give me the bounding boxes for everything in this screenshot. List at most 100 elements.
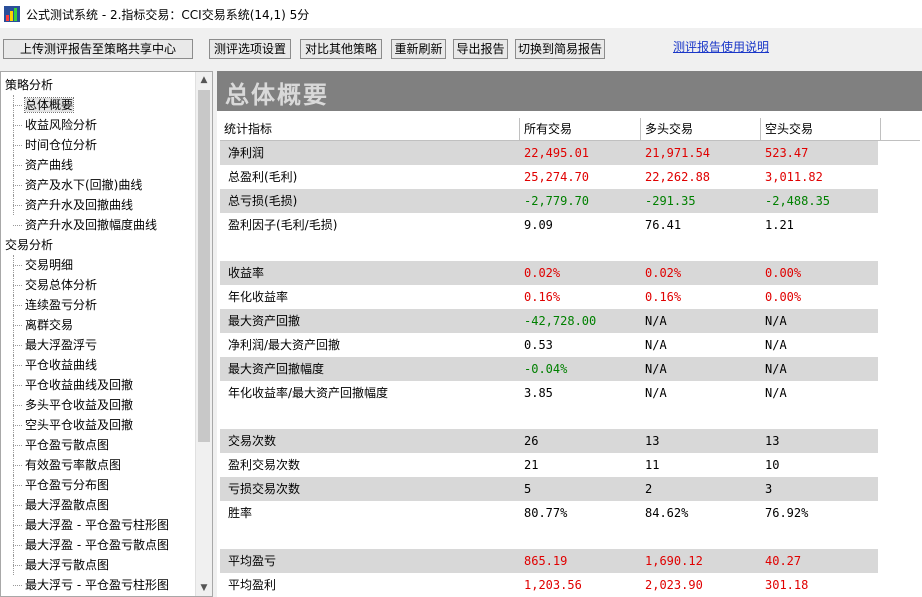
tree-item[interactable]: 资产升水及回撤幅度曲线 <box>1 215 196 235</box>
metric-value: N/A <box>645 314 667 328</box>
tree-item[interactable]: 离群交易 <box>1 315 196 335</box>
metric-value: 9.09 <box>524 218 553 232</box>
tree-item-label: 最大浮盈 - 平仓盈亏散点图 <box>25 538 169 552</box>
column-header-metric[interactable]: 统计指标 <box>220 118 520 140</box>
metric-value: 1,690.12 <box>645 554 703 568</box>
metric-value: N/A <box>645 338 667 352</box>
metric-label: 胜率 <box>228 506 253 520</box>
metric-value: 22,262.88 <box>645 170 711 184</box>
table-row <box>220 525 920 549</box>
export-report-button[interactable]: 导出报告 <box>453 39 508 59</box>
test-options-button[interactable]: 测评选项设置 <box>209 39 291 59</box>
metric-value: N/A <box>765 362 787 376</box>
metric-label: 总亏损(毛损) <box>228 194 298 208</box>
metric-value: -2,779.70 <box>524 194 590 208</box>
metric-value: -291.35 <box>645 194 696 208</box>
metric-value: 301.18 <box>765 578 809 592</box>
scroll-down-icon[interactable]: ▼ <box>196 580 212 596</box>
table-row: 盈利交易次数 21 11 10 <box>220 453 920 477</box>
section-header: 总体概要 <box>217 71 922 111</box>
tree-item[interactable]: 平仓收益曲线 <box>1 355 196 375</box>
metric-value: 1,203.56 <box>524 578 582 592</box>
scroll-up-icon[interactable]: ▲ <box>196 72 212 88</box>
tree-item-label: 多头平仓收益及回撤 <box>25 398 134 412</box>
metric-label: 年化收益率 <box>228 290 289 304</box>
column-header-long[interactable]: 多头交易 <box>641 118 761 140</box>
metric-label: 盈利交易次数 <box>228 458 301 472</box>
metric-value: 25,274.70 <box>524 170 590 184</box>
metric-value: 76.41 <box>645 218 682 232</box>
metric-value: 0.00% <box>765 290 802 304</box>
tree-item-label: 平仓收益曲线 <box>25 358 98 372</box>
tree-item[interactable]: 最大浮盈浮亏 <box>1 335 196 355</box>
table-row <box>220 405 920 429</box>
tree-item[interactable]: 有效盈亏率散点图 <box>1 455 196 475</box>
table-row: 平均盈亏 865.19 1,690.12 40.27 <box>220 549 920 573</box>
tree-item[interactable]: 多头平仓收益及回撤 <box>1 395 196 415</box>
metric-label: 盈利因子(毛利/毛损) <box>228 218 338 232</box>
tree-item[interactable]: 平仓盈亏分布图 <box>1 475 196 495</box>
table-row: 交易次数 26 13 13 <box>220 429 920 453</box>
tree-item-label: 收益风险分析 <box>25 118 98 132</box>
tree-item-label: 平仓盈亏分布图 <box>25 478 110 492</box>
tree-item[interactable]: 资产曲线 <box>1 155 196 175</box>
column-header-short[interactable]: 空头交易 <box>761 118 881 140</box>
metric-value: -0.04% <box>524 362 568 376</box>
tree-item-label: 连续盈亏分析 <box>25 298 98 312</box>
stats-table: 统计指标 所有交易 多头交易 空头交易 净利润 22,495.01 21,971.5… <box>220 118 920 597</box>
metric-value: 22,495.01 <box>524 146 590 160</box>
refresh-button[interactable]: 重新刷新 <box>391 39 446 59</box>
metric-value: N/A <box>645 362 667 376</box>
title-bar: 公式测试系统 - 2.指标交易：CCI交易系统(14,1) 5分 <box>0 0 922 28</box>
metric-value: 3 <box>765 482 773 496</box>
metric-label: 平均盈利 <box>228 578 277 592</box>
tree-group-label: 策略分析 <box>5 78 54 92</box>
help-link[interactable]: 测评报告使用说明 <box>673 38 769 55</box>
tree-item[interactable]: 最大浮亏 - 平仓盈亏柱形图 <box>1 575 196 595</box>
tree-group[interactable]: 策略分析 <box>1 75 196 95</box>
metric-value: 10 <box>765 458 780 472</box>
metric-value: 13 <box>765 434 780 448</box>
tree-item[interactable]: 最大浮盈 - 平仓盈亏柱形图 <box>1 515 196 535</box>
metric-value: 40.27 <box>765 554 802 568</box>
app-icon <box>4 6 20 22</box>
tree-group[interactable]: 交易分析 <box>1 235 196 255</box>
tree-item-label: 有效盈亏率散点图 <box>25 458 122 472</box>
toolbar: 上传测评报告至策略共享中心 测评选项设置 对比其他策略 重新刷新 导出报告 切换… <box>0 32 922 66</box>
tree-item[interactable]: 资产及水下(回撤)曲线 <box>1 175 196 195</box>
switch-simple-report-button[interactable]: 切换到简易报告 <box>515 39 605 59</box>
tree-item[interactable]: 资产升水及回撤曲线 <box>1 195 196 215</box>
metric-label: 年化收益率/最大资产回撤幅度 <box>228 386 389 400</box>
metric-label: 净利润/最大资产回撤 <box>228 338 341 352</box>
tree-item[interactable]: 空头平仓收益及回撤 <box>1 415 196 435</box>
column-header-all[interactable]: 所有交易 <box>520 118 641 140</box>
metric-label: 平均盈亏 <box>228 554 277 568</box>
tree-item[interactable]: 最大浮亏散点图 <box>1 555 196 575</box>
tree-item[interactable]: 时间仓位分析 <box>1 135 196 155</box>
tree-scrollbar[interactable]: ▲ ▼ <box>195 72 212 596</box>
tree-item[interactable]: 最大浮盈散点图 <box>1 495 196 515</box>
compare-strategies-button[interactable]: 对比其他策略 <box>300 39 382 59</box>
tree-item[interactable]: 总体概要 <box>1 95 196 115</box>
metric-value: 5 <box>524 482 532 496</box>
tree-item-label: 交易明细 <box>25 258 74 272</box>
scroll-thumb[interactable] <box>198 90 210 442</box>
metric-value: 0.53 <box>524 338 553 352</box>
tree-item[interactable]: 平仓盈亏散点图 <box>1 435 196 455</box>
metric-value: N/A <box>765 338 787 352</box>
table-row: 胜率 80.77% 84.62% 76.92% <box>220 501 920 525</box>
tree-item[interactable]: 平仓收益曲线及回撤 <box>1 375 196 395</box>
tree-item[interactable]: 交易总体分析 <box>1 275 196 295</box>
upload-report-button[interactable]: 上传测评报告至策略共享中心 <box>3 39 193 59</box>
tree-item-label: 资产升水及回撤曲线 <box>25 198 134 212</box>
tree-item[interactable]: 最大浮盈 - 平仓盈亏散点图 <box>1 535 196 555</box>
tree-item-label: 资产曲线 <box>25 158 74 172</box>
tree-item[interactable]: 收益风险分析 <box>1 115 196 135</box>
metric-value: 80.77% <box>524 506 568 520</box>
tree-item[interactable]: 交易明细 <box>1 255 196 275</box>
tree-item-label: 平仓收益曲线及回撤 <box>25 378 134 392</box>
metric-value: 11 <box>645 458 660 472</box>
metric-value: N/A <box>765 314 787 328</box>
tree-item[interactable]: 连续盈亏分析 <box>1 295 196 315</box>
metric-value: 0.16% <box>645 290 682 304</box>
